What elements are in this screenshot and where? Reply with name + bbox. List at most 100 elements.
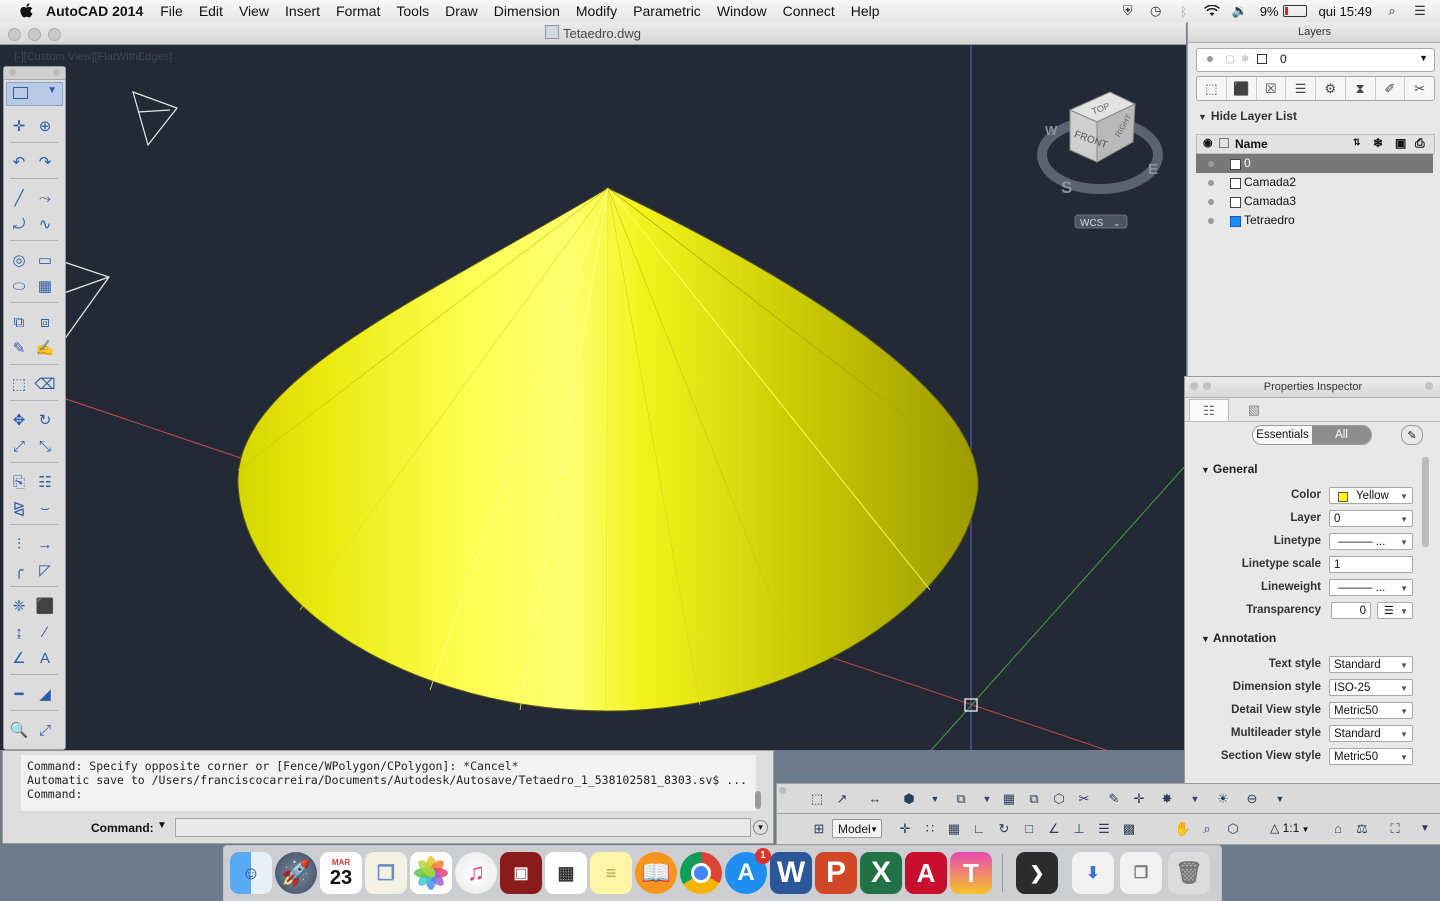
color-dropdown[interactable]: Yellow ▼ xyxy=(1329,487,1413,504)
chevron-down-icon[interactable]: ▼ xyxy=(1185,789,1205,808)
plot-column-icon[interactable]: ⎙ xyxy=(1415,136,1425,151)
erase-icon[interactable]: ⌫ xyxy=(34,373,56,395)
measure-icon[interactable]: ━ xyxy=(8,683,30,705)
zoom-window-icon[interactable]: 🔍 xyxy=(8,719,30,741)
offset-icon[interactable]: ⌣ xyxy=(34,497,56,519)
explode-icon[interactable]: ❈ xyxy=(8,595,30,617)
layer-match-icon[interactable]: ✂ xyxy=(1074,789,1094,808)
grid-display-icon[interactable]: ∷ xyxy=(920,819,940,838)
arc-icon[interactable]: ⤾ xyxy=(8,213,30,235)
layer-color-swatch[interactable] xyxy=(1230,197,1241,208)
lock-column-icon[interactable]: ▣ xyxy=(1395,136,1406,150)
status-menu-icon[interactable]: ▼ xyxy=(1415,819,1435,838)
copy-icon[interactable]: ⎘ xyxy=(8,471,30,493)
layer-on-indicator[interactable] xyxy=(1208,218,1214,224)
preview-icon[interactable]: ❐ xyxy=(365,852,407,894)
ortho-mode-icon[interactable]: ∟ xyxy=(969,819,989,838)
photo-booth-icon[interactable]: ▣ xyxy=(500,852,542,894)
dimension-linear-icon[interactable]: ↨ xyxy=(8,621,30,643)
properties-titlebar[interactable]: Properties Inspector xyxy=(1185,377,1440,398)
itunes-icon[interactable]: ♫ xyxy=(455,852,497,894)
ucs-toolbar-icon[interactable]: ↗ xyxy=(832,789,852,808)
wcs-label[interactable]: WCS xyxy=(1080,218,1104,229)
trim-icon[interactable]: ⫶ xyxy=(8,533,30,555)
annotation-scale-dropdown[interactable]: △ 1:1 ▼ xyxy=(1270,819,1322,838)
annotation-monitor-icon[interactable]: ✎ xyxy=(1104,789,1124,808)
app-name[interactable]: AutoCAD 2014 xyxy=(46,3,143,19)
chamfer-icon[interactable]: ◸ xyxy=(34,559,56,581)
menu-window[interactable]: Window xyxy=(714,3,770,19)
detail-view-style-dropdown[interactable]: Metric50 ▼ xyxy=(1329,702,1413,719)
mirror-icon[interactable]: ⧎ xyxy=(8,497,30,519)
delete-layer-icon[interactable]: ☒ xyxy=(1257,77,1287,100)
isolate-objects-icon[interactable]: ⊖ xyxy=(1242,789,1262,808)
bluetooth-icon[interactable]: ᛒ xyxy=(1176,4,1192,19)
downloads-stack-icon[interactable]: ⬇ xyxy=(1072,852,1114,894)
spotlight-search-icon[interactable]: ⌕ xyxy=(1384,3,1400,18)
linetype-scale-input[interactable]: 1 xyxy=(1329,556,1413,573)
command-input[interactable] xyxy=(175,818,751,837)
ucs-icon[interactable]: ✛ xyxy=(8,115,30,137)
redo-icon[interactable]: ↷ xyxy=(34,151,56,173)
textwrangler-icon[interactable]: T xyxy=(950,852,992,894)
time-machine-icon[interactable]: ◷ xyxy=(1148,3,1164,18)
menu-draw[interactable]: Draw xyxy=(442,3,481,19)
layer-color-swatch[interactable] xyxy=(1230,216,1241,227)
general-section-header[interactable]: ▼ General xyxy=(1201,462,1258,476)
block-insert-icon[interactable]: ⧉ xyxy=(8,311,30,333)
section-view-style-dropdown[interactable]: Metric50 ▼ xyxy=(1329,748,1413,765)
chevron-down-icon[interactable]: ▼ xyxy=(977,789,997,808)
layer-row[interactable]: Camada2 xyxy=(1196,173,1433,192)
menu-parametric[interactable]: Parametric xyxy=(630,3,704,19)
rotate-icon[interactable]: ↻ xyxy=(34,409,56,431)
visual-style-icon[interactable]: ⬢ xyxy=(899,789,919,808)
tab-all[interactable]: All xyxy=(1312,426,1371,444)
battery-icon[interactable] xyxy=(1282,5,1307,17)
layout-grid-icon[interactable]: ⊞ xyxy=(809,819,829,838)
current-layer-dropdown[interactable]: ▢ ❄ 0 ▼ xyxy=(1196,48,1435,72)
new-layer-frozen-icon[interactable]: ⬛ xyxy=(1227,77,1257,100)
multileader-style-dropdown[interactable]: Standard ▼ xyxy=(1329,725,1413,742)
autocad-icon[interactable]: A xyxy=(905,852,947,894)
view-cube-icon[interactable]: ⬚ xyxy=(807,789,827,808)
layer-states-icon[interactable]: ☰ xyxy=(1286,77,1316,100)
area-icon[interactable]: ◢ xyxy=(34,683,56,705)
chevron-down-icon[interactable]: ▼ xyxy=(157,820,167,831)
rectangle-icon[interactable]: ▭ xyxy=(34,249,56,271)
layer-dropdown[interactable]: 0 ▼ xyxy=(1329,510,1413,527)
visibility-eye-icon[interactable]: ◉ xyxy=(1203,136,1213,149)
volume-icon[interactable]: 🔉 xyxy=(1232,3,1248,18)
apple-icon[interactable] xyxy=(18,3,34,19)
tab-object-properties-icon[interactable]: ☷ xyxy=(1189,399,1229,422)
layer-walk-icon[interactable]: ⬡ xyxy=(1049,789,1069,808)
linetype-dropdown[interactable]: ——— ... ▼ xyxy=(1329,533,1413,550)
dimension-aligned-icon[interactable]: ∕ xyxy=(34,621,56,643)
pan-icon[interactable]: ✋ xyxy=(1173,819,1193,838)
lineweight-icon[interactable]: ☰ xyxy=(1094,819,1114,838)
trash-icon[interactable]: 🗑 xyxy=(1168,852,1210,894)
menu-connect[interactable]: Connect xyxy=(780,3,838,19)
layer-row[interactable]: 0 xyxy=(1196,154,1433,173)
notes-icon[interactable]: ≡ xyxy=(590,852,632,894)
menu-edit[interactable]: Edit xyxy=(196,3,226,19)
chevron-down-icon[interactable]: ▼ xyxy=(925,789,945,808)
text-style-dropdown[interactable]: Standard ▼ xyxy=(1329,656,1413,673)
extend-icon[interactable]: → xyxy=(34,533,56,555)
status-bar-close-button[interactable] xyxy=(779,787,786,794)
box-3d-icon[interactable]: ⬚ xyxy=(8,373,30,395)
brightness-icon[interactable]: ☀ xyxy=(1213,789,1233,808)
hide-layer-list-toggle[interactable]: ▼ Hide Layer List xyxy=(1198,109,1297,123)
isometric-icon[interactable]: ∠ xyxy=(1044,819,1064,838)
properties-minimize-button[interactable] xyxy=(1203,382,1211,390)
excel-icon[interactable]: X xyxy=(860,852,902,894)
polyline-icon[interactable]: ⤳ xyxy=(34,187,56,209)
menu-tools[interactable]: Tools xyxy=(393,3,432,19)
layer-on-indicator[interactable] xyxy=(1208,180,1214,186)
notification-center-icon[interactable]: ☰ xyxy=(1412,3,1428,18)
palette-collapse-button[interactable] xyxy=(53,69,60,76)
snap-mode-icon[interactable]: ✛ xyxy=(895,819,915,838)
move-icon[interactable]: ✥ xyxy=(8,409,30,431)
zoom-icon[interactable]: ⌕ xyxy=(1197,819,1217,838)
layer-match-icon[interactable]: ✂ xyxy=(1405,77,1434,100)
model-layout-dropdown[interactable]: Model ▼ xyxy=(832,819,882,838)
